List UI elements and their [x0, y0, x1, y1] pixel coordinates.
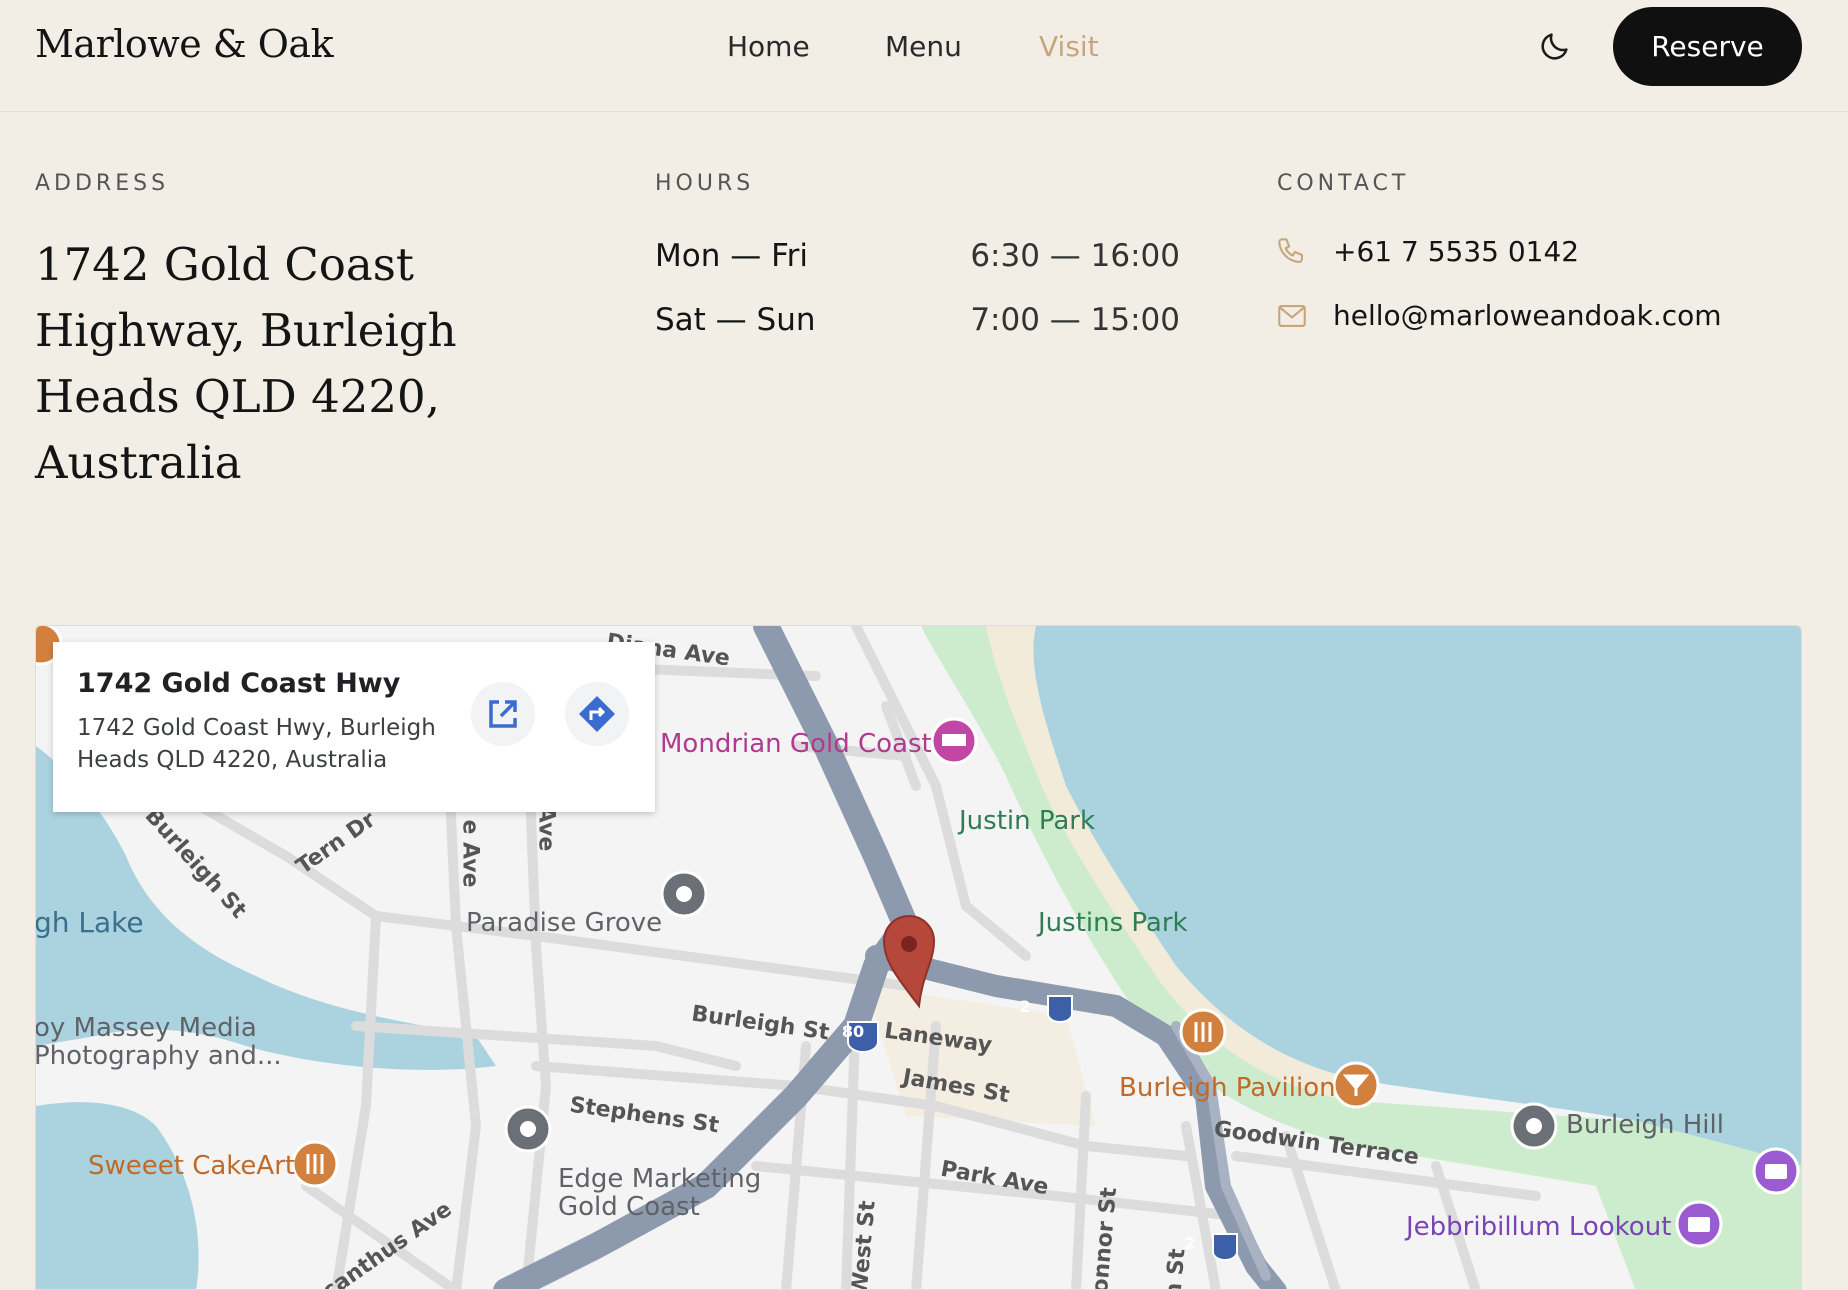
open-in-maps-button[interactable] — [471, 682, 535, 746]
phone-icon — [1278, 238, 1303, 263]
map-info-card: 1742 Gold Coast Hwy 1742 Gold Coast Hwy,… — [53, 642, 655, 812]
info-card-title: 1742 Gold Coast Hwy — [77, 668, 401, 699]
place-marker-icon[interactable] — [660, 870, 708, 918]
map[interactable]: Mondrian Gold Coast Justin Park Justins … — [35, 625, 1802, 1290]
phone-link[interactable]: +61 7 5535 0142 — [1333, 235, 1579, 268]
street-label: e Ave — [457, 819, 483, 888]
restaurant-marker-icon[interactable] — [291, 1140, 339, 1188]
hours-time: 6:30 — 16:00 — [970, 238, 1180, 274]
hours-label: HOURS — [655, 171, 755, 196]
hours-time: 7:00 — 15:00 — [970, 302, 1180, 338]
place-label[interactable]: Edge Marketing — [558, 1164, 761, 1194]
bar-marker-icon[interactable] — [1332, 1061, 1380, 1109]
hotel-marker-icon[interactable] — [930, 717, 978, 765]
restaurant-marker-icon[interactable] — [1179, 1008, 1227, 1056]
nav-home[interactable]: Home — [727, 30, 810, 63]
place-marker-icon[interactable] — [504, 1105, 552, 1153]
place-label[interactable]: Sweeet CakeArt — [88, 1151, 295, 1181]
route-number: 80 — [841, 1022, 865, 1041]
nav-menu[interactable]: Menu — [885, 30, 962, 63]
address-label: ADDRESS — [35, 171, 170, 196]
open-in-new-icon — [489, 700, 517, 728]
place-label[interactable]: Mondrian Gold Coast — [660, 729, 932, 759]
place-label: gh Lake — [35, 906, 144, 939]
route-shield — [1212, 1233, 1238, 1261]
camera-marker-icon[interactable] — [1675, 1200, 1723, 1248]
camera-marker-icon[interactable] — [1752, 1147, 1800, 1195]
directions-icon — [579, 696, 615, 732]
logo[interactable]: Marlowe & Oak — [35, 22, 334, 66]
mail-icon — [1278, 305, 1306, 327]
route-shield — [1047, 995, 1073, 1023]
place-label[interactable]: Photography and... — [36, 1041, 282, 1071]
place-label[interactable]: oy Massey Media — [36, 1013, 257, 1043]
nav-visit[interactable]: Visit — [1039, 30, 1099, 63]
place-label[interactable]: Jebbribillum Lookout — [1406, 1212, 1671, 1242]
address-text: 1742 Gold Coast Highway, Burleigh Heads … — [35, 238, 457, 489]
directions-button[interactable] — [565, 682, 629, 746]
site-header: Marlowe & Oak Home Menu Visit Reserve — [0, 0, 1848, 112]
route-number: 2 — [1184, 1234, 1196, 1253]
place-label[interactable]: Justin Park — [959, 806, 1095, 836]
hours-days: Sat — Sun — [655, 302, 816, 338]
place-marker-icon[interactable] — [1510, 1102, 1558, 1150]
place-label[interactable]: Justins Park — [1038, 908, 1188, 938]
hours-days: Mon — Fri — [655, 238, 809, 274]
moon-icon[interactable] — [1538, 29, 1572, 63]
place-label[interactable]: Burleigh Hill — [1566, 1110, 1724, 1140]
place-label[interactable]: Burleigh Pavilion — [1119, 1073, 1336, 1103]
street-label: n St — [1161, 1247, 1191, 1290]
contact-label: CONTACT — [1277, 171, 1410, 196]
place-label[interactable]: Paradise Grove — [466, 908, 662, 938]
reserve-button[interactable]: Reserve — [1613, 7, 1802, 86]
street-label: Ave — [533, 805, 559, 852]
place-label[interactable]: Gold Coast — [558, 1192, 700, 1222]
route-number: 2 — [1019, 997, 1031, 1016]
info-card-address: 1742 Gold Coast Hwy, Burleigh Heads QLD … — [77, 715, 436, 773]
email-link[interactable]: hello@marloweandoak.com — [1333, 299, 1722, 332]
